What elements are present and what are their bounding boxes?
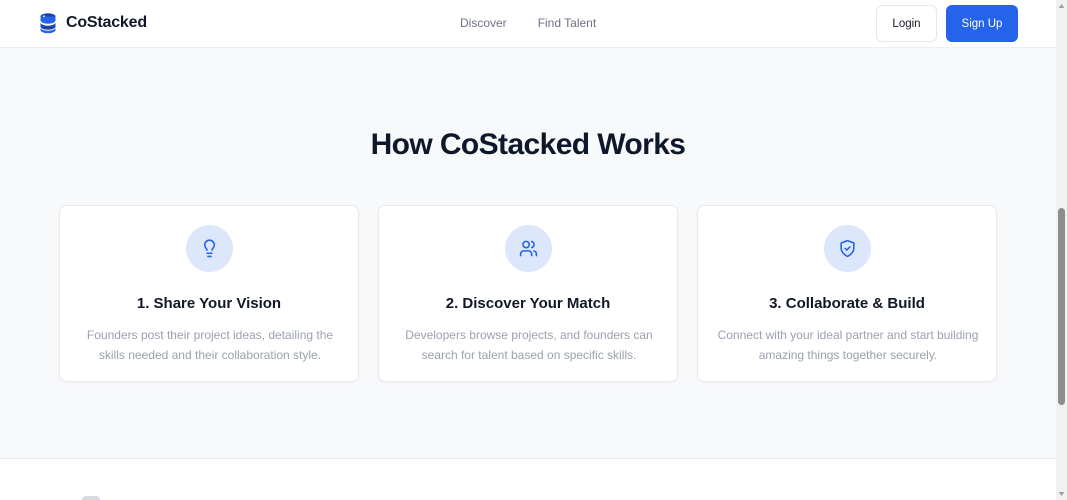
card-title: 2. Discover Your Match [445, 295, 611, 312]
card-title: 3. Collaborate & Build [769, 295, 925, 312]
next-section-element [82, 496, 100, 500]
scrollbar-thumb[interactable] [1058, 208, 1065, 405]
card-title: 1. Share Your Vision [136, 295, 282, 312]
card-description: Founders post their project ideas, detai… [86, 328, 334, 362]
sign-up-button[interactable]: Sign Up [946, 5, 1018, 42]
step-card-discover-match: 2. Discover Your Match Developers browse… [378, 205, 678, 382]
top-navbar: CoStacked Discover Find Talent Login Sig… [0, 0, 1056, 48]
brand-logo-link[interactable]: CoStacked [38, 12, 147, 34]
nav-link-discover[interactable]: Discover [460, 16, 507, 30]
lightbulb-icon [203, 239, 216, 258]
database-stack-icon [40, 13, 56, 34]
card-description: Developers browse projects, and founders… [405, 328, 653, 362]
nav-link-find-talent[interactable]: Find Talent [538, 16, 596, 30]
users-icon [519, 240, 538, 257]
card-description: Connect with your ideal partner and star… [717, 328, 979, 362]
section-title: How CoStacked Works [370, 128, 686, 161]
icon-circle [186, 225, 233, 272]
scroll-down-arrow-icon[interactable] [1058, 490, 1065, 498]
step-card-collaborate-build: 3. Collaborate & Build Connect with your… [697, 205, 997, 382]
main-nav: Discover Find Talent [460, 16, 596, 30]
brand-name: CoStacked [66, 14, 147, 31]
step-card-share-vision: 1. Share Your Vision Founders post their… [59, 205, 359, 382]
next-section [0, 459, 1056, 500]
page: CoStacked Discover Find Talent Login Sig… [0, 0, 1067, 500]
scroll-up-arrow-icon[interactable] [1058, 2, 1065, 10]
icon-circle [824, 225, 871, 272]
icon-circle [505, 225, 552, 272]
login-button[interactable]: Login [876, 5, 937, 42]
shield-check-icon [840, 239, 855, 258]
